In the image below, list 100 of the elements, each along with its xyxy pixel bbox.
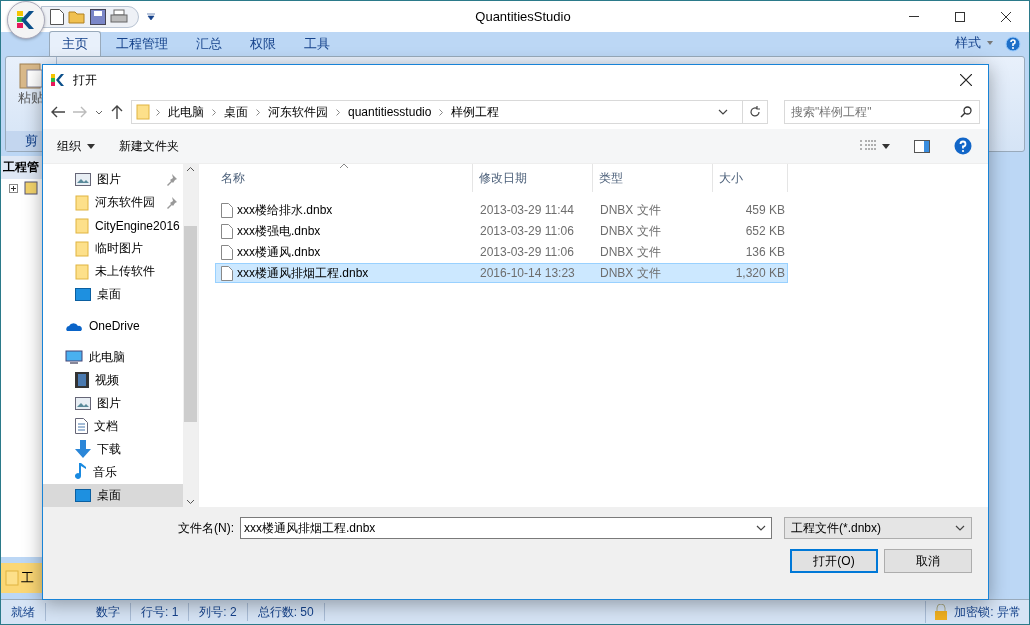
folder-icon [75, 263, 89, 280]
dropdown-caret-icon[interactable] [147, 12, 155, 21]
filename-field[interactable]: xxx楼通风排烟工程.dnbx [240, 517, 772, 539]
ribbon-tab[interactable]: 权限 [237, 31, 289, 56]
file-name: xxx楼通风排烟工程.dnbx [237, 264, 369, 282]
breadcrumb-item[interactable]: 此电脑 [166, 103, 206, 121]
cancel-button[interactable]: 取消 [884, 549, 972, 573]
file-icon [221, 223, 233, 239]
tree-node-icon[interactable] [9, 181, 39, 195]
style-menu[interactable]: 样式 [949, 33, 999, 53]
app-logo [51, 73, 65, 87]
column-header[interactable]: 大小 [713, 164, 788, 192]
open-button[interactable]: 打开(O) [790, 549, 878, 573]
new-folder-button[interactable]: 新建文件夹 [113, 133, 185, 159]
search-field[interactable]: 搜索"样例工程" [784, 100, 980, 124]
nav-item[interactable]: 河东软件园 [43, 191, 183, 215]
chevron-right-icon [256, 108, 260, 116]
chevron-right-icon [212, 108, 216, 116]
nav-item[interactable]: 音乐 [43, 460, 183, 484]
folder-icon [136, 104, 150, 120]
up-button[interactable] [111, 105, 123, 119]
ribbon-tab[interactable]: 主页 [49, 31, 101, 56]
chevron-down-icon [718, 109, 728, 115]
file-row[interactable]: xxx楼强电.dnbx 2013-03-29 11:06 DNBX 文件 652 KB [215, 221, 788, 241]
nav-item[interactable]: 未上传软件 [43, 260, 183, 284]
column-header[interactable]: 名称 [215, 164, 473, 192]
recent-dropdown-button[interactable] [95, 109, 103, 115]
panel-title: 工程管 [1, 156, 42, 179]
picture-icon [75, 396, 91, 410]
folder-icon [5, 570, 19, 586]
breadcrumb-item[interactable]: 桌面 [222, 103, 250, 121]
ribbon-tab[interactable]: 汇总 [183, 31, 235, 56]
nav-item[interactable]: 图片 [43, 391, 183, 415]
file-name: xxx楼给排水.dnbx [237, 201, 333, 219]
document-icon [75, 418, 88, 435]
forward-arrow-icon [73, 106, 87, 118]
file-type: DNBX 文件 [599, 243, 662, 261]
help-icon [954, 137, 972, 155]
dialog-title: 打开 [73, 71, 97, 89]
app-menu-button[interactable] [7, 1, 45, 39]
modified-date: 2013-03-29 11:44 [479, 203, 575, 217]
pin-icon [165, 173, 177, 186]
breadcrumb-item[interactable]: 河东软件园 [266, 103, 330, 121]
ribbon-tab[interactable]: 工具 [291, 31, 343, 56]
nav-item[interactable]: 文档 [43, 414, 183, 438]
file-type-dropdown[interactable]: 工程文件(*.dnbx) [784, 517, 972, 539]
folder-icon [75, 217, 89, 234]
nav-item[interactable]: OneDrive [43, 314, 183, 338]
scroll-up-icon[interactable] [186, 166, 195, 172]
desktop-icon [75, 288, 91, 302]
chevron-right-icon [156, 108, 160, 116]
scrollbar[interactable] [183, 164, 198, 507]
nav-item[interactable]: 视频 [43, 368, 183, 392]
window-title: QuantitiesStudio [475, 9, 571, 24]
up-arrow-icon [111, 105, 123, 119]
nav-item[interactable]: 此电脑 [43, 345, 183, 369]
folder-icon [75, 194, 89, 211]
back-button[interactable] [51, 106, 65, 118]
file-row[interactable]: xxx楼通风排烟工程.dnbx 2016-10-14 13:23 DNBX 文件 1,320 KB [215, 263, 788, 283]
nav-item[interactable]: 临时图片 [43, 237, 183, 261]
lock-icon [934, 604, 949, 620]
file-row[interactable]: xxx楼通风.dnbx 2013-03-29 11:06 DNBX 文件 136 KB [215, 242, 788, 262]
details-view-icon [860, 140, 876, 152]
new-file-icon[interactable] [50, 8, 64, 25]
file-name: xxx楼通风.dnbx [237, 243, 321, 261]
close-icon [1001, 11, 1011, 22]
file-size: 459 KB [744, 203, 786, 217]
refresh-icon [749, 106, 761, 118]
nav-item[interactable]: 图片 [43, 168, 183, 192]
status-text: 行号: 1 [131, 603, 190, 621]
breadcrumb-item[interactable]: quantitiesstudio [346, 105, 434, 119]
minimize-icon [909, 16, 919, 17]
chevron-down-icon [95, 109, 103, 115]
caret-icon [882, 143, 890, 149]
status-text: 列号: 2 [189, 603, 248, 621]
modified-date: 2013-03-29 11:06 [479, 245, 575, 259]
nav-item[interactable]: 下载 [43, 437, 183, 461]
address-bar[interactable]: 此电脑 桌面 河东软件园 quantitiesstudio 样例工程 [131, 100, 768, 124]
file-size: 652 KB [744, 224, 786, 238]
column-header[interactable]: 修改日期 [473, 164, 593, 192]
file-row[interactable]: xxx楼给排水.dnbx 2013-03-29 11:44 DNBX 文件 459 KB [215, 200, 788, 220]
nav-item[interactable]: 桌面 [43, 484, 183, 507]
lock-text: 加密锁: 异常 [954, 603, 1021, 621]
file-size: 136 KB [744, 245, 786, 259]
column-header[interactable]: 类型 [593, 164, 713, 192]
bottom-panel-tab[interactable]: 工 [1, 563, 42, 593]
modified-date: 2016-10-14 13:23 [479, 266, 576, 280]
scroll-down-icon[interactable] [186, 499, 195, 505]
picture-icon [75, 173, 91, 187]
nav-item[interactable]: 桌面 [43, 283, 183, 307]
file-type: DNBX 文件 [599, 222, 662, 240]
ribbon-tab[interactable]: 工程管理 [103, 31, 181, 56]
nav-item[interactable]: CityEngine2016 [43, 214, 183, 238]
chevron-right-icon [439, 108, 444, 116]
status-text: 总行数: 50 [247, 603, 325, 621]
computer-icon [65, 349, 83, 365]
file-type: DNBX 文件 [599, 264, 662, 282]
help-icon[interactable] [1005, 36, 1021, 52]
breadcrumb-item[interactable]: 样例工程 [449, 103, 502, 121]
save-icon[interactable] [90, 8, 106, 25]
